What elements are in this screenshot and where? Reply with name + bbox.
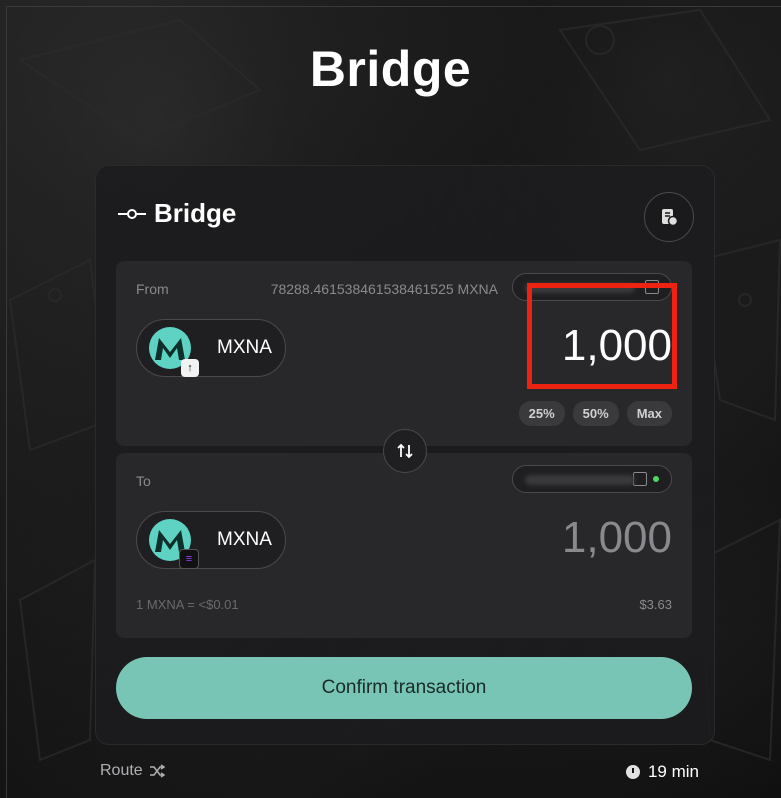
solana-badge-icon: ≡ (179, 549, 199, 569)
history-button[interactable] (644, 192, 694, 242)
connected-status-dot (653, 476, 659, 482)
exchange-rate: 1 MXNA = <$0.01 (136, 597, 239, 612)
history-icon (662, 209, 679, 227)
mxna-token-logo: ↑ (149, 327, 199, 377)
to-panel: To ≡ MXNA 1,000 1 MXNA = <$0.01 $3.63 (116, 453, 692, 638)
estimated-time: 19 min (625, 762, 699, 782)
route-label: Route (100, 762, 143, 779)
mxna-token-logo: ≡ (149, 519, 199, 569)
percent-25-button[interactable]: 25% (518, 401, 565, 426)
card-title: Bridge (154, 198, 237, 228)
wallet-address-redacted (525, 475, 635, 485)
swap-arrows-icon (397, 443, 413, 459)
from-balance: 78288.461538461538461525 MXNA (270, 281, 498, 297)
from-token-selector[interactable]: ↑ MXNA (136, 319, 286, 377)
shuffle-icon (149, 764, 165, 778)
confirm-transaction-button[interactable]: Confirm transaction (116, 657, 692, 719)
to-amount: 1,000 (561, 513, 672, 562)
to-wallet-selector[interactable] (512, 465, 672, 493)
from-panel: From 78288.461538461538461525 MXNA ↑ MXN… (116, 261, 692, 446)
usd-value: $3.63 (639, 597, 672, 612)
route-toggle[interactable]: Route (100, 762, 165, 780)
card-header: Bridge (118, 198, 236, 229)
from-label: From (136, 281, 169, 297)
swap-direction-button[interactable] (383, 429, 427, 473)
to-token-symbol: MXNA (217, 529, 272, 550)
max-button[interactable]: Max (626, 401, 672, 426)
from-token-symbol: MXNA (217, 337, 272, 358)
mxna-logo-icon (155, 338, 185, 360)
to-token-selector[interactable]: ≡ MXNA (136, 511, 286, 569)
percent-50-button[interactable]: 50% (572, 401, 619, 426)
arrow-up-badge-icon: ↑ (181, 359, 199, 377)
percent-buttons: 25% 50% Max (518, 401, 672, 426)
page-title: Bridge (309, 41, 472, 97)
bridge-card: Bridge From 78288.461538461538461525 MXN… (95, 165, 715, 745)
bridge-icon (118, 208, 146, 219)
to-label: To (136, 473, 151, 489)
eta-value: 19 min (647, 762, 699, 781)
clock-icon (625, 765, 640, 779)
copy-icon[interactable] (633, 472, 647, 486)
highlight-box (527, 283, 677, 389)
